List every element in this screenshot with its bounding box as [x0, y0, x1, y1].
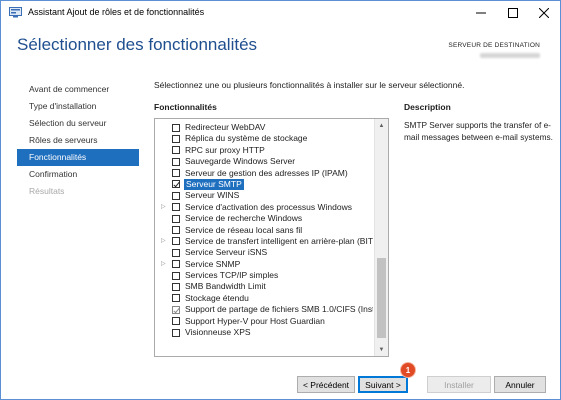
feature-checkbox[interactable]	[172, 214, 180, 223]
feature-checkbox[interactable]	[172, 226, 180, 235]
feature-label: Support de partage de fichiers SMB 1.0/C…	[185, 304, 373, 315]
close-button[interactable]	[528, 1, 560, 25]
feature-row[interactable]: RPC sur proxy HTTP	[155, 145, 373, 156]
feature-checkbox[interactable]	[172, 146, 180, 155]
feature-row[interactable]: Redirecteur WebDAV	[155, 122, 373, 133]
feature-label: SMB Bandwidth Limit	[185, 281, 266, 292]
feature-label: Serveur de gestion des adresses IP (IPAM…	[185, 167, 348, 178]
expand-arrow-icon[interactable]: ▷	[161, 236, 167, 247]
features-list: Redirecteur WebDAV Réplica du système de …	[155, 122, 373, 338]
feature-row[interactable]: ▷ Service SNMP	[155, 259, 373, 270]
maximize-icon	[508, 8, 518, 18]
feature-label: Service SNMP	[185, 258, 241, 269]
cancel-button[interactable]: Annuler	[494, 376, 546, 393]
feature-row[interactable]: ▷ Service d'activation des processus Wind…	[155, 202, 373, 213]
features-tree[interactable]: Redirecteur WebDAV Réplica du système de …	[154, 118, 389, 357]
wizard-nav: Avant de commencer Type d'installation S…	[17, 81, 139, 200]
page-title: Sélectionner des fonctionnalités	[17, 35, 258, 54]
feature-row[interactable]: SMB Bandwidth Limit	[155, 281, 373, 292]
feature-row[interactable]: Service de recherche Windows	[155, 213, 373, 224]
nav-item-features[interactable]: Fonctionnalités	[17, 149, 139, 166]
feature-checkbox[interactable]	[172, 169, 180, 178]
window-title: Assistant Ajout de rôles et de fonctionn…	[28, 7, 205, 17]
feature-checkbox[interactable]	[172, 271, 180, 280]
destination-server-label: SERVEUR DE DESTINATION	[448, 42, 540, 49]
feature-checkbox[interactable]	[172, 123, 180, 132]
nav-item-results: Résultats	[29, 186, 65, 196]
feature-row[interactable]: Réplica du système de stockage	[155, 133, 373, 144]
scroll-thumb[interactable]	[377, 258, 386, 338]
feature-checkbox[interactable]	[172, 180, 180, 189]
feature-label: Service de recherche Windows	[185, 213, 303, 224]
description-text: SMTP Server supports the transfer of e-m…	[404, 120, 553, 142]
scroll-down-icon[interactable]: ▼	[375, 343, 388, 356]
feature-label: Réplica du système de stockage	[185, 133, 308, 144]
minimize-button[interactable]	[465, 1, 497, 25]
nav-item-server-roles[interactable]: Rôles de serveurs	[17, 132, 139, 149]
feature-checkbox[interactable]	[172, 294, 180, 303]
expand-arrow-icon[interactable]: ▷	[161, 259, 167, 270]
feature-label: Serveur WINS	[185, 190, 240, 201]
feature-label: Services TCP/IP simples	[185, 270, 279, 281]
feature-checkbox[interactable]	[172, 260, 180, 269]
features-header: Fonctionnalités	[154, 102, 217, 112]
nav-item-confirmation[interactable]: Confirmation	[17, 166, 139, 183]
feature-checkbox[interactable]	[172, 317, 180, 326]
feature-label: Stockage étendu	[185, 292, 249, 303]
feature-row[interactable]: Service de réseau local sans fil	[155, 225, 373, 236]
feature-row[interactable]: Services TCP/IP simples	[155, 270, 373, 281]
feature-label: Redirecteur WebDAV	[185, 122, 266, 132]
title-bar[interactable]: Assistant Ajout de rôles et de fonctionn…	[1, 1, 560, 25]
destination-server-redacted	[480, 53, 540, 58]
expand-arrow-icon[interactable]: ▷	[161, 202, 167, 213]
wizard-window: Assistant Ajout de rôles et de fonctionn…	[0, 0, 561, 400]
feature-checkbox[interactable]	[172, 328, 180, 337]
wizard-footer: < Précédent Suivant > Installer Annuler	[1, 366, 560, 399]
feature-label: Service de réseau local sans fil	[185, 224, 303, 235]
feature-row[interactable]: Service Serveur iSNS	[155, 247, 373, 258]
feature-checkbox[interactable]	[172, 248, 180, 257]
feature-row[interactable]: Support Hyper-V pour Host Guardian	[155, 316, 373, 327]
server-manager-icon	[9, 7, 22, 18]
feature-label: Service de transfert intelligent en arri…	[185, 235, 373, 246]
feature-label: Service Serveur iSNS	[185, 247, 268, 258]
feature-label: Sauvegarde Windows Server	[185, 156, 296, 167]
next-button[interactable]: Suivant >	[358, 376, 408, 393]
intro-text: Sélectionnez une ou plusieurs fonctionna…	[154, 80, 465, 90]
feature-row[interactable]: Serveur SMTP	[155, 178, 373, 191]
feature-checkbox[interactable]	[172, 157, 180, 166]
feature-checkbox[interactable]	[172, 134, 180, 143]
description-header: Description	[404, 102, 451, 112]
step-badge: 1	[401, 363, 415, 377]
feature-row[interactable]: Sauvegarde Windows Server	[155, 156, 373, 167]
feature-checkbox[interactable]	[172, 282, 180, 291]
feature-row[interactable]: Serveur WINS	[155, 190, 373, 201]
nav-item-installation-type[interactable]: Type d'installation	[17, 98, 139, 115]
feature-label: Serveur SMTP	[184, 178, 244, 191]
feature-row[interactable]: Serveur de gestion des adresses IP (IPAM…	[155, 168, 373, 179]
nav-item-before-you-begin[interactable]: Avant de commencer	[17, 81, 139, 98]
feature-row[interactable]: Support de partage de fichiers SMB 1.0/C…	[155, 304, 373, 315]
feature-checkbox[interactable]	[172, 305, 180, 314]
maximize-button[interactable]	[497, 1, 529, 25]
feature-label: Visionneuse XPS	[185, 327, 251, 338]
feature-row[interactable]: Stockage étendu	[155, 293, 373, 304]
nav-item-server-selection[interactable]: Sélection du serveur	[17, 115, 139, 132]
feature-checkbox[interactable]	[172, 191, 180, 200]
feature-row[interactable]: Visionneuse XPS	[155, 327, 373, 338]
install-button: Installer	[427, 376, 491, 393]
features-scrollbar[interactable]: ▲ ▼	[374, 119, 388, 356]
scroll-up-icon[interactable]: ▲	[375, 119, 388, 132]
feature-label: RPC sur proxy HTTP	[185, 144, 265, 155]
feature-checkbox[interactable]	[172, 237, 180, 246]
feature-label: Service d'activation des processus Windo…	[185, 201, 352, 212]
minimize-icon	[476, 12, 486, 14]
previous-button[interactable]: < Précédent	[297, 376, 355, 393]
page-header: Sélectionner des fonctionnalités SERVEUR…	[1, 25, 560, 73]
close-icon	[539, 8, 549, 18]
feature-label: Support Hyper-V pour Host Guardian	[185, 315, 325, 326]
feature-row[interactable]: ▷ Service de transfert intelligent en arr…	[155, 236, 373, 247]
feature-checkbox[interactable]	[172, 203, 180, 212]
